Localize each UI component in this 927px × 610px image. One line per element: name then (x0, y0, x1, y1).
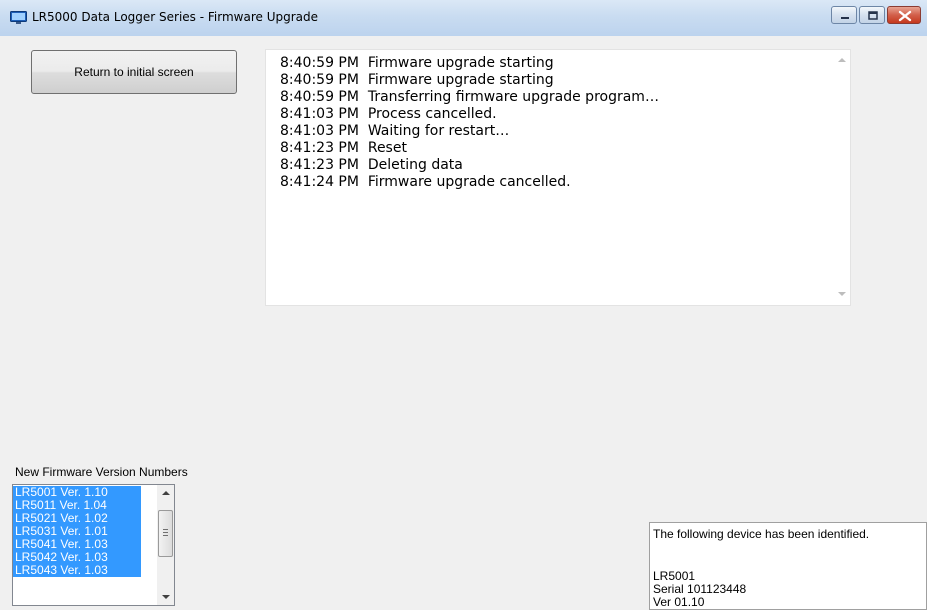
log-lines: 8:40:59 PM Firmware upgrade starting 8:40… (280, 55, 659, 191)
return-to-initial-screen-button[interactable]: Return to initial screen (31, 50, 237, 94)
firmware-version-item[interactable]: LR5043 Ver. 1.03 (13, 564, 141, 577)
log-scrollbar[interactable] (833, 50, 850, 305)
client-area: Return to initial screen 8:40:59 PM Firm… (10, 36, 927, 610)
device-serial: Serial 101123448 (653, 582, 747, 596)
grip-line (163, 532, 168, 533)
grip-line (163, 529, 168, 530)
log-line: 8:40:59 PM Transferring firmware upgrade… (280, 89, 659, 105)
firmware-versions-label: New Firmware Version Numbers (15, 465, 188, 479)
device-heading: The following device has been identified… (653, 527, 870, 541)
minimize-button[interactable] (831, 6, 857, 24)
grip-line (163, 535, 168, 536)
scroll-down-arrow-icon[interactable] (162, 595, 170, 599)
title-bar[interactable]: LR5000 Data Logger Series - Firmware Upg… (0, 0, 927, 36)
log-line: 8:41:24 PM Firmware upgrade cancelled. (280, 174, 571, 190)
maximize-button[interactable] (859, 6, 885, 24)
log-textbox[interactable]: 8:40:59 PM Firmware upgrade starting 8:40… (265, 49, 851, 306)
firmware-version-items: LR5001 Ver. 1.10 LR5011 Ver. 1.04 LR5021 V… (13, 486, 141, 577)
log-line: 8:41:23 PM Deleting data (280, 157, 463, 173)
log-line: 8:41:03 PM Process cancelled. (280, 106, 497, 122)
window-title: LR5000 Data Logger Series - Firmware Upg… (32, 10, 319, 24)
firmware-list-scrollbar[interactable] (157, 485, 174, 605)
log-line: 8:41:03 PM Waiting for restart… (280, 123, 510, 139)
scroll-up-arrow-icon[interactable] (838, 58, 846, 62)
close-button[interactable] (887, 6, 921, 24)
monitor-icon (10, 11, 27, 25)
log-line: 8:41:23 PM Reset (280, 140, 407, 156)
log-line: 8:40:59 PM Firmware upgrade starting (280, 72, 554, 88)
scroll-up-arrow-icon[interactable] (162, 491, 170, 495)
identified-device-panel: The following device has been identified… (649, 522, 927, 610)
caption-buttons (829, 6, 921, 26)
log-line: 8:40:59 PM Firmware upgrade starting (280, 55, 554, 71)
scroll-down-arrow-icon[interactable] (838, 292, 846, 296)
firmware-versions-listbox[interactable]: LR5001 Ver. 1.10 LR5011 Ver. 1.04 LR5021 V… (12, 484, 175, 606)
firmware-upgrade-window: LR5000 Data Logger Series - Firmware Upg… (0, 0, 927, 610)
device-version: Ver 01.10 (653, 595, 705, 609)
scrollbar-thumb[interactable] (158, 510, 173, 557)
device-model: LR5001 (653, 569, 696, 583)
